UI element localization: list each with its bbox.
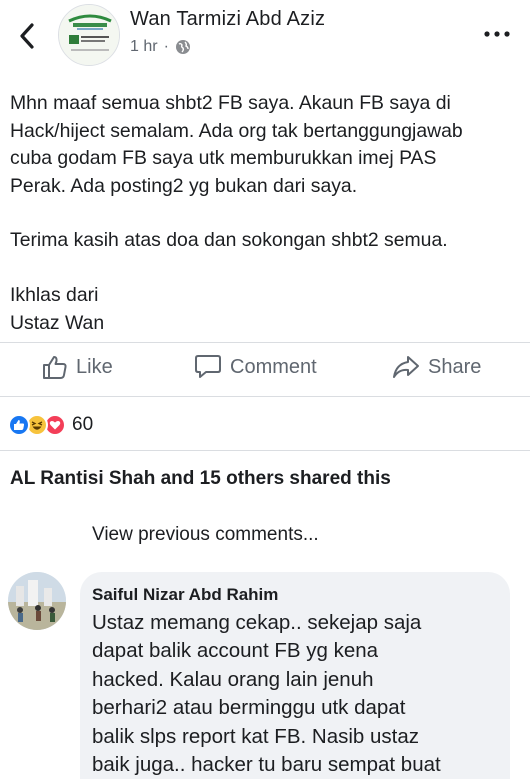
- share-label: Share: [428, 355, 482, 378]
- chevron-left-icon: [20, 23, 34, 49]
- reaction-count: 60: [72, 414, 94, 435]
- author-avatar[interactable]: [58, 4, 120, 66]
- post-text: Mhn maaf semua shbt2 FB saya. Akaun FB s…: [10, 90, 510, 337]
- like-button[interactable]: Like: [42, 354, 113, 380]
- post-line: Hack/hiject semalam. Ada org tak bertang…: [10, 119, 463, 142]
- comment-line: baik juga.. hacker tu baru sempat buat: [92, 753, 441, 777]
- divider: [0, 450, 530, 451]
- post-line: cuba godam FB saya utk memburukkan imej …: [10, 147, 437, 170]
- thumbs-up-icon: [43, 356, 67, 379]
- comment-line: Ustaz memang cekap.. sekejap saja: [92, 611, 422, 634]
- more-options-button[interactable]: [482, 22, 512, 46]
- post-thanks: Terima kasih atas doa dan sokongan shbt2…: [10, 229, 448, 252]
- reactions-summary[interactable]: 60: [8, 414, 93, 436]
- back-button[interactable]: [12, 20, 42, 52]
- commenter-avatar[interactable]: [8, 572, 66, 630]
- commenter-photo: [8, 572, 66, 630]
- comment-label: Comment: [230, 355, 317, 378]
- share-arrow-icon: [393, 356, 419, 378]
- like-label: Like: [76, 355, 113, 378]
- post-meta: 1 hr ·: [130, 38, 191, 56]
- view-previous-comments-link[interactable]: View previous comments...: [92, 524, 319, 546]
- post-timestamp[interactable]: 1 hr: [130, 38, 158, 56]
- commenter-name[interactable]: Saiful Nizar Abd Rahim: [92, 585, 278, 605]
- page-logo-image: [59, 5, 119, 65]
- shares-summary[interactable]: AL Rantisi Shah and 15 others shared thi…: [10, 468, 391, 490]
- comment-line: berhari2 atau berminggu utk dapat: [92, 696, 406, 720]
- comment-button[interactable]: Comment: [194, 354, 317, 380]
- more-horizontal-icon: [484, 31, 510, 37]
- post-line: Perak. Ada posting2 yg bukan dari saya.: [10, 174, 358, 197]
- like-reaction-icon: [8, 414, 30, 436]
- comment-line: balik slps report kat FB. Nasib ustaz: [92, 724, 419, 748]
- post-closing-line: Ustaz Wan: [10, 311, 105, 334]
- meta-separator: ·: [163, 38, 169, 55]
- post-header: Wan Tarmizi Abd Aziz 1 hr ·: [0, 0, 530, 78]
- post-author-name[interactable]: Wan Tarmizi Abd Aziz: [130, 8, 325, 31]
- post-line: Mhn maaf semua shbt2 FB saya. Akaun FB s…: [10, 92, 451, 114]
- post-actions-bar: Like Comment Share: [0, 342, 530, 396]
- globe-icon: [175, 40, 190, 54]
- share-button[interactable]: Share: [392, 354, 481, 380]
- comment-bubble-icon: [195, 355, 221, 378]
- comment-line: dapat balik account FB yg kena: [92, 639, 379, 663]
- divider: [0, 396, 530, 397]
- comment-line: hacked. Kalau orang lain jenuh: [92, 667, 374, 691]
- comment-text: Ustaz memang cekap.. sekejap saja dapat …: [92, 609, 502, 779]
- post-closing-line: Ikhlas dari: [10, 283, 99, 306]
